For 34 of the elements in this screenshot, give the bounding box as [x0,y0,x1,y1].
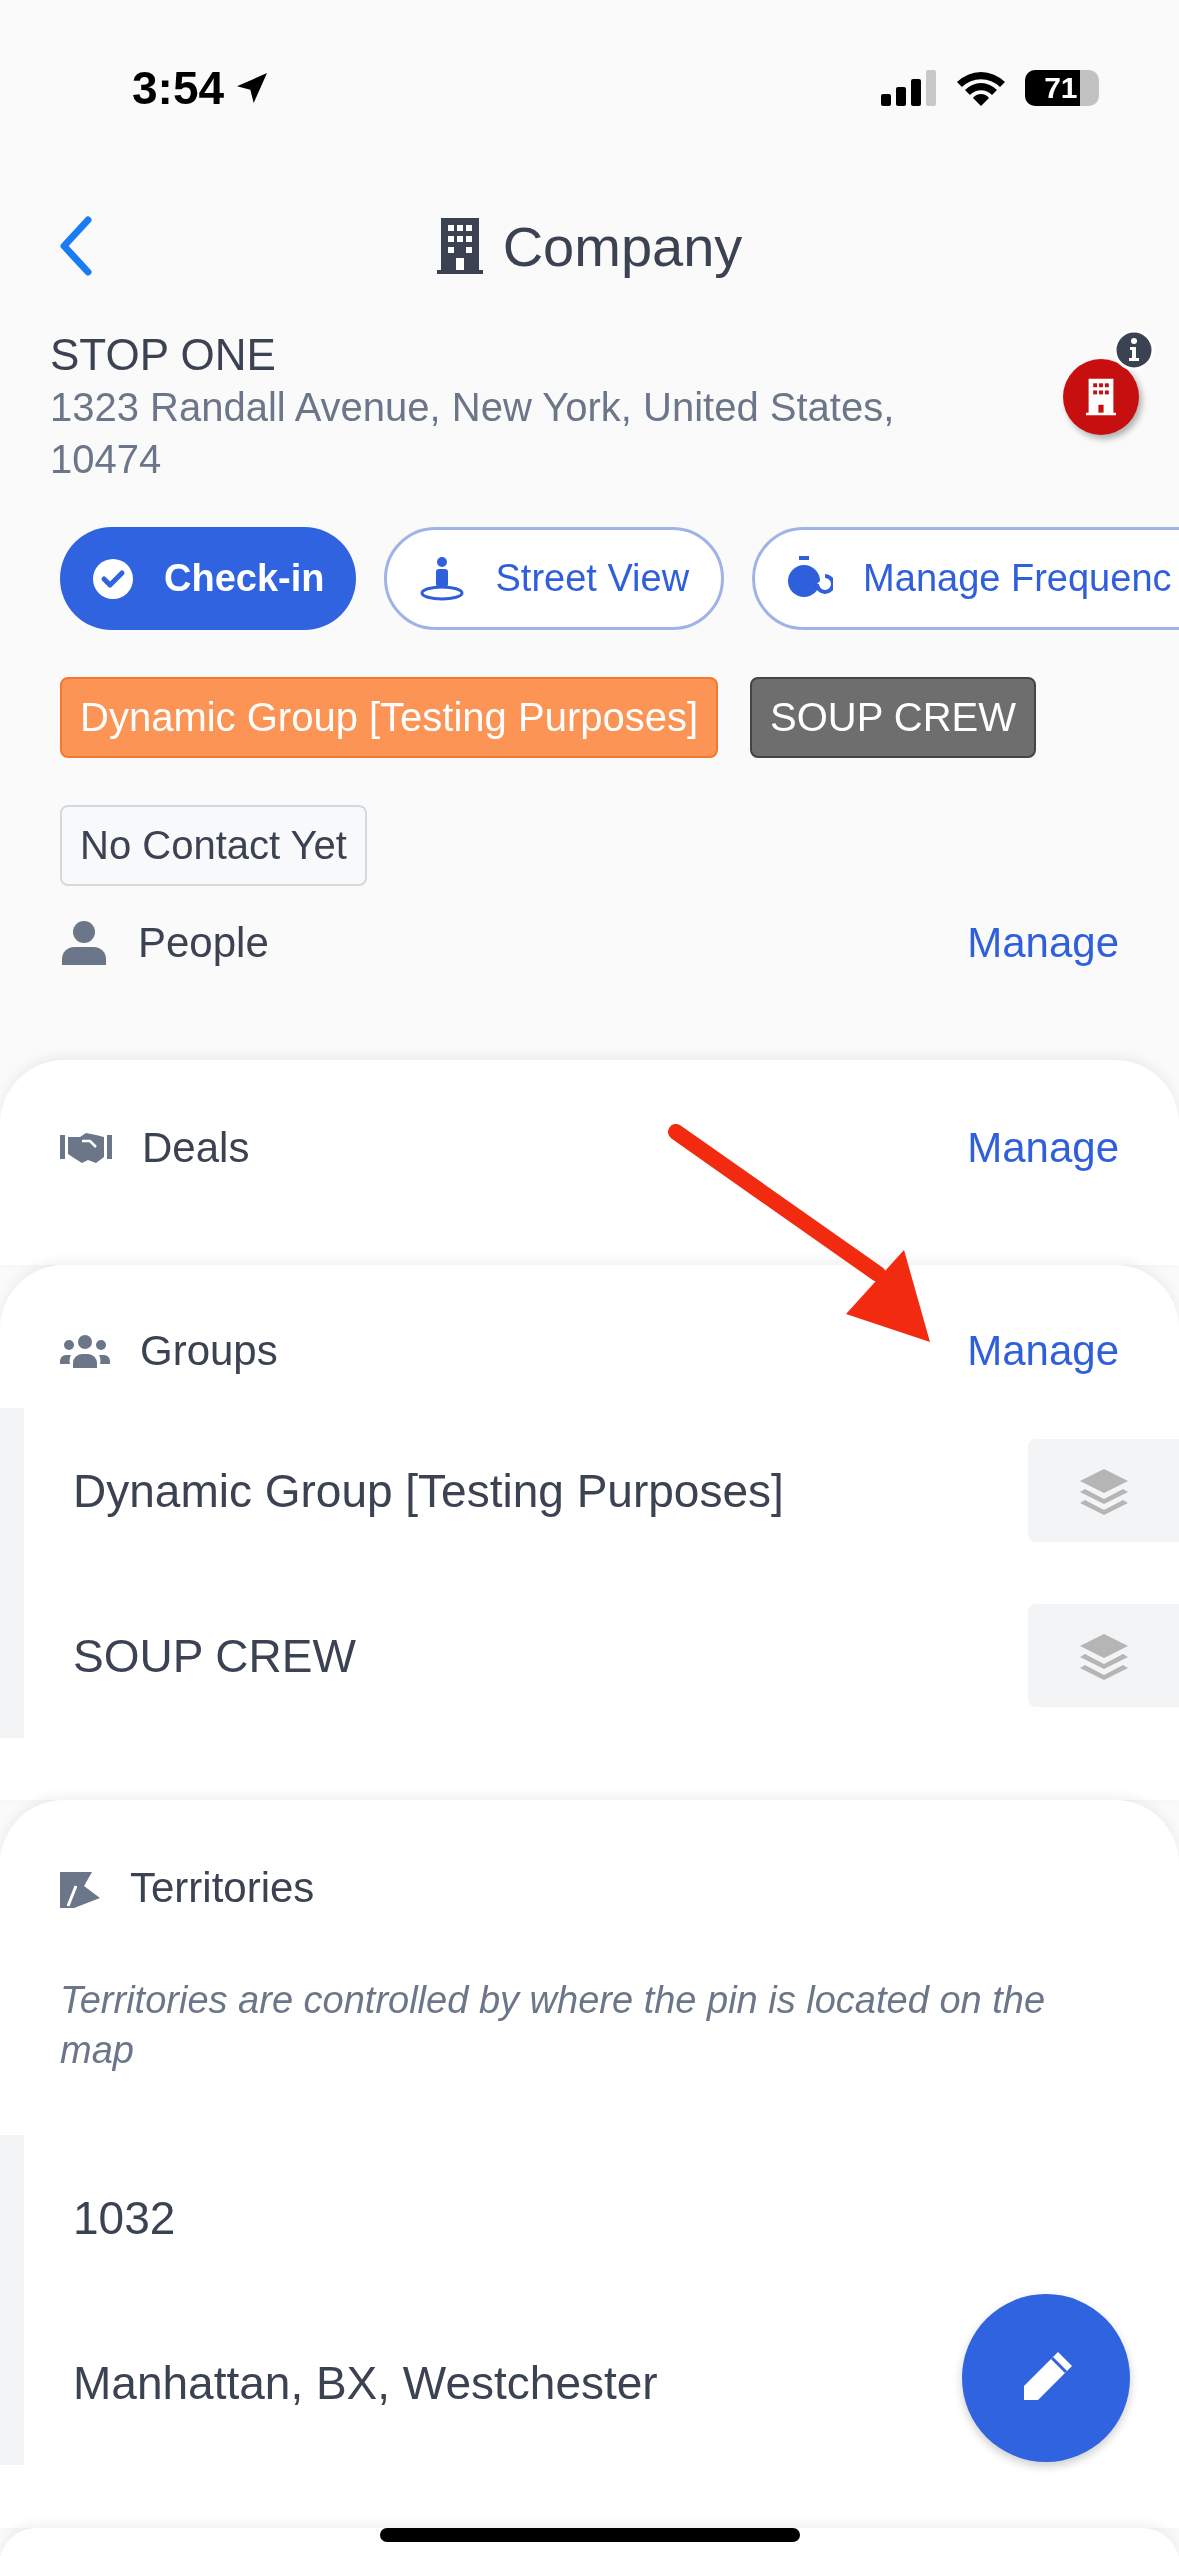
status-time: 3:54 [132,61,225,115]
tag: Dynamic Group [Testing Purposes] [60,677,719,758]
signal-icon [881,70,937,106]
section-title: Territories [130,1864,315,1912]
person-icon [60,921,108,965]
action-button[interactable]: Manage Frequenc [752,527,1179,630]
company-type-button[interactable] [1063,359,1139,435]
battery-icon: 71 [1025,70,1099,106]
section-title: People [138,919,269,967]
wifi-icon [955,69,1007,107]
people-group-icon [60,1334,110,1368]
company-name: STOP ONE [50,329,277,381]
check-circle-icon [92,557,134,600]
section-title: Groups [140,1327,278,1375]
action-button[interactable]: Street View [384,527,725,630]
territories-note: Territories are controlled by where the pin is located on the map [59,1978,1047,2073]
manage-link[interactable]: Manage [967,1124,1119,1172]
manage-link[interactable]: Manage [967,1327,1119,1375]
manage-link[interactable]: Manage [967,919,1119,967]
tag: SOUP CREW [750,677,1036,758]
building-icon [436,218,483,274]
person-pin-icon [419,555,466,602]
territory-name: 1032 [72,2190,176,2245]
tag: No Contact Yet [60,805,367,886]
building-icon [1086,378,1116,416]
territory-name: Manhattan, BX, Westchester [72,2355,658,2410]
company-address: 1323 Randall Avenue, New York, United States, 10474 [50,384,896,483]
group-name[interactable]: Dynamic Group [Testing Purposes] [24,1463,784,1518]
page-title: Company [502,213,743,279]
action-button[interactable]: Check-in [60,527,357,630]
info-icon [1113,329,1155,371]
group-name[interactable]: SOUP CREW [24,1628,356,1683]
handshake-icon [60,1131,112,1165]
section-title: Deals [142,1124,250,1172]
